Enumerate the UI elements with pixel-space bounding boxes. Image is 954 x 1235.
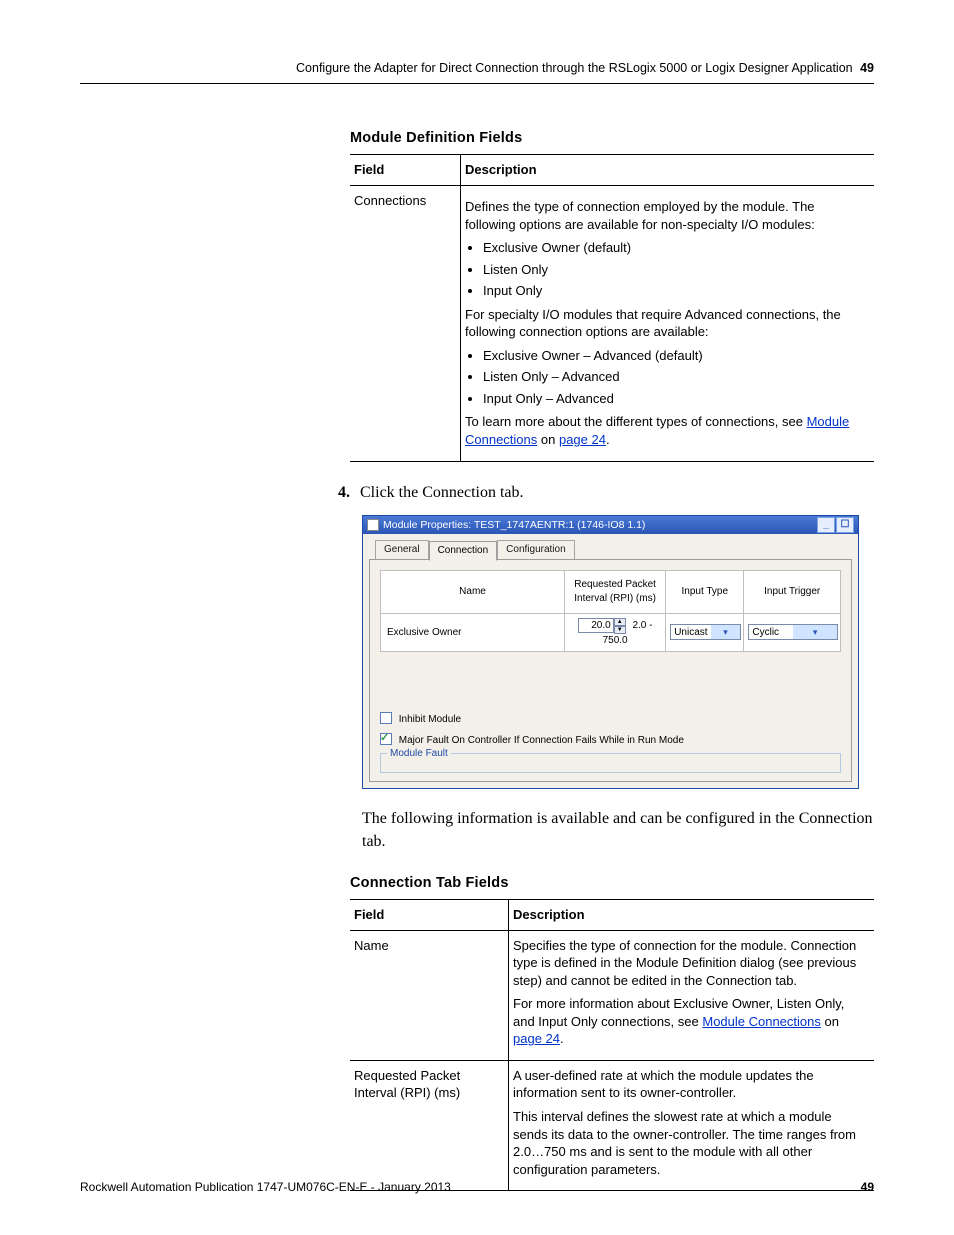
cell-desc-connections: Defines the type of connection employed …: [461, 185, 875, 461]
grid-th-rpi: Requested Packet Interval (RPI) (ms): [565, 570, 666, 613]
conn-b2-1: Exclusive Owner – Advanced (default): [483, 347, 868, 365]
label-inhibit: Inhibit Module: [399, 714, 461, 725]
th-desc: Description: [461, 155, 875, 186]
checkbox-major-fault[interactable]: [380, 733, 392, 745]
conn-b1-1: Exclusive Owner (default): [483, 239, 868, 257]
conn-b2-3: Input Only – Advanced: [483, 390, 868, 408]
checkbox-inhibit[interactable]: [380, 712, 392, 724]
ct-th-field: Field: [350, 900, 509, 931]
conn-b2-2: Listen Only – Advanced: [483, 368, 868, 386]
maximize-button[interactable]: ☐: [836, 517, 854, 533]
ct-desc-rpi: A user-defined rate at which the module …: [509, 1060, 875, 1190]
screenshot-module-properties: Module Properties: TEST_1747AENTR:1 (174…: [362, 515, 859, 789]
ct-desc-name: Specifies the type of connection for the…: [509, 930, 875, 1060]
grid-th-input-type: Input Type: [666, 570, 744, 613]
chevron-down-icon[interactable]: ▾: [711, 625, 741, 639]
module-definition-table: Field Description Connections Defines th…: [350, 154, 874, 461]
rpi-up-icon[interactable]: ▲: [614, 618, 626, 626]
conn-para2: For specialty I/O modules that require A…: [465, 306, 868, 341]
step4-num: 4.: [338, 484, 350, 501]
ct-name-p2: For more information about Exclusive Own…: [513, 995, 868, 1048]
rpi-input[interactable]: [578, 618, 614, 633]
conn-b1-2: Listen Only: [483, 261, 868, 279]
header-rule: [80, 83, 874, 84]
fieldset-module-fault: Module Fault: [380, 753, 841, 773]
body-paragraph: The following information is available a…: [362, 807, 874, 853]
module-definition-title: Module Definition Fields: [350, 129, 874, 149]
fieldset-label: Module Fault: [387, 747, 451, 761]
footer-page: 49: [861, 1179, 874, 1195]
footer-pub: Rockwell Automation Publication 1747-UM0…: [80, 1179, 451, 1195]
grid-cell-rpi: ▲ ▼ 2.0 - 750.0: [565, 613, 666, 652]
label-major-fault: Major Fault On Controller If Connection …: [399, 735, 684, 746]
grid-cell-input-trigger: Cyclic ▾: [744, 613, 841, 652]
titlebar: Module Properties: TEST_1747AENTR:1 (174…: [363, 516, 858, 534]
running-header-page: 49: [860, 61, 874, 75]
input-trigger-combo[interactable]: Cyclic ▾: [748, 624, 838, 640]
grid-cell-input-type: Unicast ▾: [666, 613, 744, 652]
chk-inhibit-row: Inhibit Module: [380, 712, 841, 727]
tab-general[interactable]: General: [375, 540, 429, 560]
tab-configuration[interactable]: Configuration: [497, 540, 574, 560]
connection-tab-title: Connection Tab Fields: [350, 874, 874, 894]
grid-cell-name: Exclusive Owner: [381, 613, 565, 652]
chevron-down-icon-2[interactable]: ▾: [793, 625, 837, 639]
ct-rpi-p2: This interval defines the slowest rate a…: [513, 1108, 868, 1178]
grid-th-input-trigger: Input Trigger: [744, 570, 841, 613]
connection-tab-table: Field Description Name Specifies the typ…: [350, 899, 874, 1191]
input-type-combo[interactable]: Unicast ▾: [670, 624, 741, 640]
link-module-connections-2[interactable]: Module Connections: [702, 1014, 821, 1029]
running-header-title: Configure the Adapter for Direct Connect…: [296, 61, 853, 75]
ct-rpi-p1: A user-defined rate at which the module …: [513, 1067, 868, 1102]
ct-name-p1: Specifies the type of connection for the…: [513, 937, 868, 990]
window-icon: [367, 519, 379, 531]
th-field: Field: [350, 155, 461, 186]
link-page-24-2[interactable]: page 24: [513, 1031, 560, 1046]
grid-th-name: Name: [381, 570, 565, 613]
window-title: Module Properties: TEST_1747AENTR:1 (174…: [383, 518, 645, 532]
conn-para1: Defines the type of connection employed …: [465, 198, 868, 233]
tab-connection[interactable]: Connection: [429, 541, 498, 561]
link-page-24-1[interactable]: page 24: [559, 432, 606, 447]
conn-b1-3: Input Only: [483, 282, 868, 300]
conn-para3: To learn more about the different types …: [465, 413, 868, 448]
chk-majorfault-row: Major Fault On Controller If Connection …: [380, 733, 841, 748]
ct-th-desc: Description: [509, 900, 875, 931]
connection-grid: Name Requested Packet Interval (RPI) (ms…: [380, 570, 841, 653]
ct-field-rpi: Requested Packet Interval (RPI) (ms): [350, 1060, 509, 1190]
rpi-down-icon[interactable]: ▼: [614, 626, 626, 634]
minimize-button[interactable]: _: [817, 517, 835, 533]
ct-field-name: Name: [350, 930, 509, 1060]
step4-text: Click the Connection tab.: [360, 484, 524, 501]
cell-field-connections: Connections: [350, 185, 461, 461]
